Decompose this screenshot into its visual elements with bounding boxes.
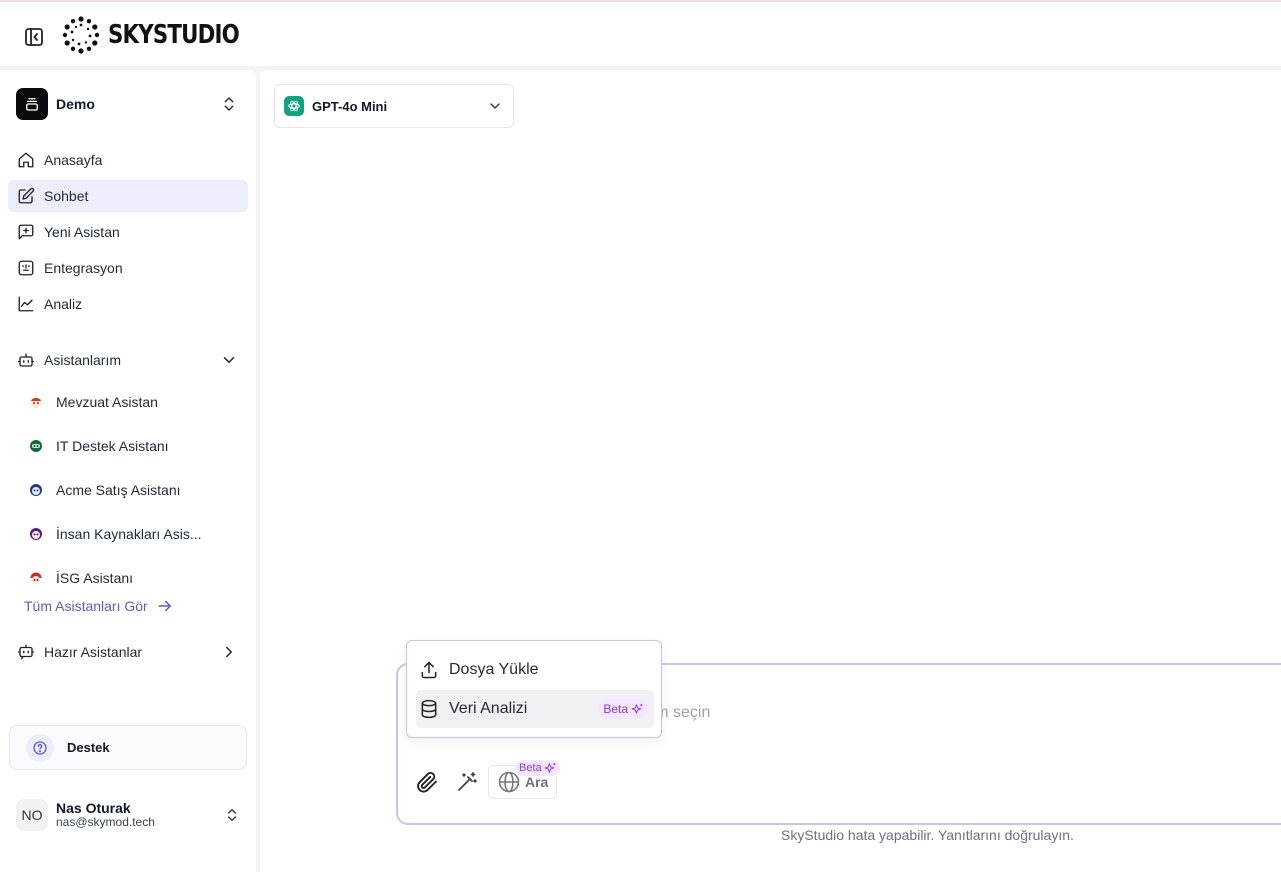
- assistant-avatar: [24, 522, 48, 546]
- support-button[interactable]: Destek: [9, 725, 247, 770]
- chevron-down-icon: [490, 103, 500, 109]
- main-panel: GPT-4o Mini Ara Beta SkyStudio hata yapa…: [260, 70, 1281, 872]
- edit-icon: [16, 186, 36, 206]
- home-icon: [16, 150, 36, 170]
- upload-icon: [421, 661, 437, 679]
- bot-icon: [16, 350, 36, 370]
- sparkles-icon: [544, 762, 556, 773]
- logo-icon: [62, 16, 100, 54]
- nav-label: Analiz: [44, 296, 83, 312]
- attach-button[interactable]: [412, 767, 442, 797]
- assistant-avatar: [24, 478, 48, 502]
- ready-assistants-toggle[interactable]: Hazır Asistanlar: [8, 636, 248, 668]
- nav-label: Yeni Asistan: [44, 224, 120, 240]
- beta-badge: Beta: [598, 699, 649, 719]
- assistant-label: İSG Asistanı: [56, 570, 134, 586]
- help-circle-icon: [26, 733, 54, 762]
- assistant-item[interactable]: İnsan Kaynakları Asis...: [24, 519, 234, 549]
- assistant-avatar: [24, 390, 48, 414]
- assistant-item[interactable]: IT Destek Asistanı: [24, 431, 234, 461]
- paperclip-icon: [417, 771, 437, 793]
- assistant-item[interactable]: İSG Asistanı: [24, 563, 234, 593]
- chart-line-icon: [16, 294, 36, 314]
- beta-label: Beta: [519, 762, 542, 774]
- assistant-avatar: [24, 434, 48, 458]
- assistant-item[interactable]: Mevzuat Asistan: [24, 387, 234, 417]
- nav-label: Asistanlarım: [44, 352, 122, 368]
- option-label: Veri Analizi: [449, 700, 528, 717]
- model-selector[interactable]: GPT-4o Mini: [274, 84, 514, 128]
- nav-chat[interactable]: Sohbet: [8, 180, 248, 212]
- openai-icon: [284, 96, 304, 116]
- user-name: Nas Oturak: [56, 799, 131, 816]
- sparkles-icon: [631, 703, 643, 714]
- message-plus-icon: [16, 222, 36, 242]
- upload-file-option[interactable]: Dosya Yükle: [416, 651, 654, 689]
- my-assistants-toggle[interactable]: Asistanlarım: [8, 344, 248, 376]
- user-email: nas@skymod.tech: [56, 815, 155, 830]
- user-info: Nas Oturak nas@skymod.tech: [56, 799, 224, 830]
- nav-label: Entegrasyon: [44, 260, 123, 276]
- workspace-name: Demo: [56, 96, 95, 112]
- nav-label: Hazır Asistanlar: [44, 644, 143, 660]
- bot-message-icon: [16, 642, 36, 662]
- assistant-item[interactable]: Acme Satış Asistanı: [24, 475, 234, 505]
- nav-label: Sohbet: [44, 188, 89, 204]
- chevron-right-icon: [226, 646, 232, 658]
- prompt-wand-button[interactable]: [452, 767, 482, 797]
- chevron-up-down-icon: [224, 97, 234, 111]
- support-label: Destek: [67, 740, 110, 755]
- assistant-label: İnsan Kaynakları Asis...: [56, 526, 202, 542]
- disclaimer-text: SkyStudio hata yapabilir. Yanıtlarını do…: [781, 827, 1074, 843]
- beta-label: Beta: [603, 702, 628, 716]
- sidebar-toggle-icon[interactable]: [22, 25, 46, 49]
- assistant-label: IT Destek Asistanı: [56, 438, 169, 454]
- see-all-label: Tüm Asistanları Gör: [24, 598, 148, 614]
- database-icon: [421, 699, 437, 719]
- nav-new-assistant[interactable]: Yeni Asistan: [8, 216, 248, 248]
- option-label: Dosya Yükle: [449, 661, 539, 678]
- logo-text: SKYSTUDIO: [108, 20, 240, 50]
- chevron-up-down-icon: [228, 809, 236, 821]
- integration-icon: [16, 258, 36, 278]
- magic-wand-icon: [458, 772, 477, 791]
- assistant-avatar: [24, 566, 48, 590]
- see-all-assistants-link[interactable]: Tüm Asistanları Gör: [24, 594, 174, 618]
- beta-badge: Beta: [515, 760, 560, 776]
- nav-label: Anasayfa: [44, 152, 103, 168]
- nav-home[interactable]: Anasayfa: [8, 144, 248, 176]
- sidebar: Demo Anasayfa Sohbet Yeni Asistan Entegr…: [0, 70, 256, 872]
- workspace-switcher[interactable]: Demo: [16, 88, 240, 120]
- chevron-down-icon: [223, 357, 235, 363]
- assistant-label: Acme Satış Asistanı: [56, 482, 181, 498]
- logo[interactable]: SKYSTUDIO: [62, 15, 268, 55]
- user-menu[interactable]: NO Nas Oturak nas@skymod.tech: [16, 798, 244, 832]
- arrow-right-icon: [157, 600, 171, 612]
- attach-menu: Dosya Yükle Veri Analizi Beta: [406, 640, 662, 738]
- workspace-icon: [16, 88, 48, 120]
- data-analysis-option[interactable]: Veri Analizi Beta: [416, 690, 654, 728]
- nav-analytics[interactable]: Analiz: [8, 288, 248, 320]
- avatar: NO: [16, 799, 48, 831]
- top-bar: SKYSTUDIO: [0, 0, 1281, 66]
- model-label: GPT-4o Mini: [312, 98, 388, 114]
- nav-integration[interactable]: Entegrasyon: [8, 252, 248, 284]
- search-label: Ara: [525, 774, 549, 790]
- assistant-label: Mevzuat Asistan: [56, 394, 158, 410]
